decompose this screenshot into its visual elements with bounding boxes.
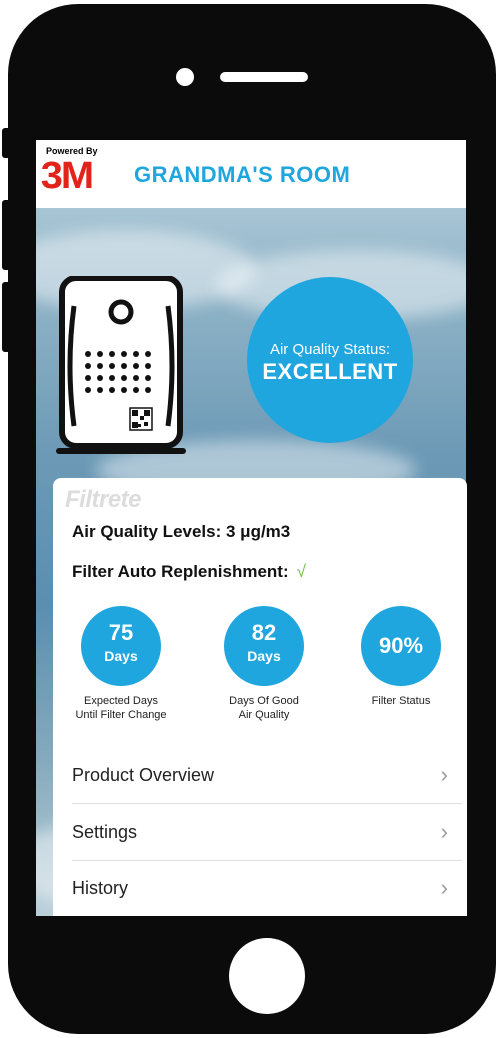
stat-circle: 75 Days [81,606,161,686]
status-label: Air Quality Status: [269,341,391,358]
menu-item-history[interactable]: History › [72,861,462,916]
stat-caption: Days Of Good Air Quality [204,694,324,722]
stat-caption-line: Air Quality [238,709,290,721]
stat-caption: Expected Days Until Filter Change [61,694,181,722]
3m-logo: 3M [40,155,94,197]
chevron-right-icon: › [440,819,448,844]
device-info-card: Filtrete Air Quality Levels: 3 μg/m3 Fil… [53,478,467,916]
home-button[interactable] [229,938,305,1014]
stat-unit: Days [247,648,281,664]
stat-unit: Days [104,648,138,664]
app-header: Powered By 3M GRANDMA'S ROOM [36,140,466,208]
menu-item-label: History [72,878,129,898]
air-quality-status-badge[interactable]: Air Quality Status: EXCELLENT [247,277,413,443]
front-camera [176,68,194,86]
stat-caption: Filter Status [341,694,461,708]
stat-caption-line: Until Filter Change [75,709,167,721]
stat-value: 75 [108,620,134,645]
filter-status-stat[interactable]: 90% Filter Status [341,606,461,708]
earpiece-speaker [220,72,308,82]
expected-days-stat[interactable]: 75 Days Expected Days Until Filter Chang… [61,606,181,722]
room-title[interactable]: GRANDMA'S ROOM [134,162,350,188]
auto-replenishment-label: Filter Auto Replenishment: [72,562,289,581]
chevron-right-icon: › [440,875,448,900]
stat-circle: 90% [361,606,441,686]
air-purifier-icon [56,275,186,462]
stat-circle: 82 Days [224,606,304,686]
stat-value: 90% [378,633,424,658]
menu-item-label: Settings [72,822,138,842]
menu-item-label: Product Overview [72,765,215,785]
air-quality-levels: Air Quality Levels: 3 μg/m3 [72,522,291,541]
menu-item-product-overview[interactable]: Product Overview › [72,748,462,804]
stat-caption-line: Filter Status [371,695,431,707]
filter-auto-replenishment: Filter Auto Replenishment: √ [72,562,306,582]
stat-value: 82 [251,620,277,645]
chevron-right-icon: › [440,762,448,787]
checkmark-icon: √ [296,562,306,581]
menu-item-settings[interactable]: Settings › [72,805,462,861]
status-value: EXCELLENT [262,359,398,384]
stat-caption-line: Days Of Good [229,695,299,707]
filtrete-logo: Filtrete [65,486,142,513]
stat-caption-line: Expected Days [84,695,158,707]
good-air-days-stat[interactable]: 82 Days Days Of Good Air Quality [204,606,324,722]
